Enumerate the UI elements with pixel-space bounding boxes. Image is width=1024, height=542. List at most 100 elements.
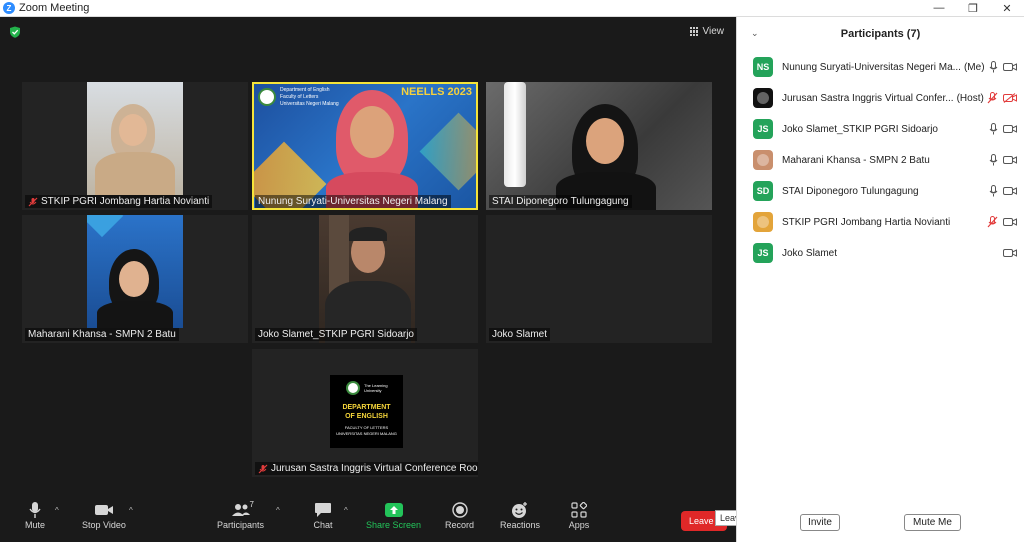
video-camera-icon: [1003, 156, 1017, 164]
title-bar: Z Zoom Meeting — ❐ ✕: [0, 0, 1024, 17]
share-screen-icon: [384, 503, 403, 517]
banner-dept-line1: Department of English: [280, 87, 330, 93]
video-options-caret[interactable]: ^: [129, 506, 133, 515]
participant-row[interactable]: JS Joko Slamet_STKIP PGRI Sidoarjo: [753, 119, 1017, 139]
logo-card-line4: UNIVERSITAS NEGERI MALANG: [336, 431, 397, 436]
close-button[interactable]: ✕: [990, 0, 1024, 17]
participant-video: Department of English Faculty of Letters…: [254, 84, 476, 208]
video-tile[interactable]: The Learning University DEPARTMENT OF EN…: [252, 349, 478, 477]
avatar: [753, 150, 773, 170]
logo-card-brand: The Learning University: [364, 383, 388, 393]
video-camera-icon: [1003, 187, 1017, 195]
avatar: [753, 212, 773, 232]
participant-name: STKIP PGRI Jombang Hartia Novianti: [782, 216, 951, 228]
chat-options-caret[interactable]: ^: [344, 506, 348, 515]
reactions-button[interactable]: Reactions: [500, 500, 540, 530]
mic-muted-icon: [258, 464, 268, 473]
microphone-icon: [989, 61, 998, 73]
avatar: [753, 88, 773, 108]
participant-status-icons: [989, 185, 1017, 197]
video-tile[interactable]: STKIP PGRI Jombang Hartia Novianti: [22, 82, 248, 210]
video-tile-active-speaker[interactable]: Department of English Faculty of Letters…: [252, 82, 478, 210]
participant-video: [87, 215, 183, 328]
logo-card-line2: OF ENGLISH: [345, 413, 388, 420]
participant-name: Nunung Suryati-Universitas Negeri Ma...: [782, 61, 961, 73]
participant-status-icons: [989, 154, 1017, 166]
participant-name: Jurusan Sastra Inggris Virtual Confer...: [782, 92, 954, 104]
participant-row[interactable]: STKIP PGRI Jombang Hartia Novianti: [753, 212, 1017, 232]
chat-bubble-icon: [315, 503, 331, 517]
mute-options-caret[interactable]: ^: [55, 506, 59, 515]
participant-name: STAI Diponegoro Tulungagung: [782, 185, 919, 197]
participant-video: [319, 215, 415, 343]
participant-status-icons: [987, 216, 1017, 228]
mic-muted-icon: [28, 197, 38, 206]
participant-name: Joko Slamet: [782, 247, 838, 259]
video-tile[interactable]: Joko Slamet: [486, 215, 712, 343]
participant-video: [486, 82, 712, 210]
zoom-logo-icon: Z: [3, 2, 15, 14]
video-off-icon: [1003, 93, 1017, 103]
meeting-area: View STKIP PGRI Jombang Hartia Novianti …: [0, 17, 736, 542]
participant-status-icons: [989, 61, 1017, 73]
participant-row[interactable]: Jurusan Sastra Inggris Virtual Confer...…: [753, 88, 1017, 108]
tile-name-label: Joko Slamet: [489, 328, 551, 341]
video-tile[interactable]: Joko Slamet_STKIP PGRI Sidoarjo: [252, 215, 478, 343]
mic-muted-icon: [987, 216, 998, 228]
collapse-chevron-icon[interactable]: ⌄: [751, 28, 759, 39]
record-button[interactable]: Record: [445, 500, 474, 530]
microphone-icon: [989, 154, 998, 166]
emoji-reaction-icon: [512, 502, 528, 518]
tile-name-label: STKIP PGRI Jombang Hartia Novianti: [25, 195, 213, 208]
participants-count-badge: 7: [249, 500, 254, 509]
maximize-button[interactable]: ❐: [956, 0, 990, 17]
share-screen-button[interactable]: Share Screen: [366, 500, 421, 530]
participant-status-icons: [989, 123, 1017, 135]
banner-dept-line3: Universitas Negeri Malang: [280, 101, 339, 107]
stop-video-button[interactable]: Stop Video: [82, 500, 126, 530]
panel-header: ⌄ Participants (7): [737, 17, 1024, 50]
window-controls: — ❐ ✕: [922, 0, 1024, 17]
avatar: SD: [753, 181, 773, 201]
participant-role: (Me): [963, 61, 985, 73]
video-camera-icon: [1003, 249, 1017, 257]
mute-button[interactable]: Mute: [24, 500, 46, 530]
tile-name-label: Maharani Khansa - SMPN 2 Batu: [25, 328, 179, 341]
minimize-button[interactable]: —: [922, 0, 956, 17]
participant-status-icons: [1003, 248, 1017, 258]
participants-panel: ⌄ Participants (7) NS Nunung Suryati-Univ…: [736, 17, 1024, 542]
apps-button[interactable]: Apps: [568, 500, 590, 530]
participant-row[interactable]: SD STAI Diponegoro Tulungagung: [753, 181, 1017, 201]
video-camera-icon: [1003, 63, 1017, 71]
video-tile[interactable]: STAI Diponegoro Tulungagung: [486, 82, 712, 210]
logo-card-line1: DEPARTMENT: [342, 404, 391, 411]
mic-muted-icon: [987, 92, 998, 104]
participant-name: Maharani Khansa - SMPN 2 Batu: [782, 154, 930, 166]
participants-button[interactable]: 7 Participants: [217, 500, 264, 530]
video-tile[interactable]: Maharani Khansa - SMPN 2 Batu: [22, 215, 248, 343]
tile-name-label: Joko Slamet_STKIP PGRI Sidoarjo: [255, 328, 417, 341]
meeting-controls-bar: Mute ^ Stop Video ^ 7 Participants ^ Cha…: [0, 494, 736, 542]
view-button[interactable]: View: [689, 26, 725, 37]
grid-view-icon: [689, 27, 699, 36]
invite-button[interactable]: Invite: [800, 514, 840, 531]
video-camera-icon: [1003, 218, 1017, 226]
shield-icon[interactable]: [9, 26, 21, 38]
participant-status-icons: [987, 92, 1017, 104]
participant-row[interactable]: JS Joko Slamet: [753, 243, 1017, 263]
department-logo-card: The Learning University DEPARTMENT OF EN…: [330, 375, 403, 448]
participants-icon: [231, 504, 250, 516]
banner-event-title: NEELLS 2023: [401, 86, 472, 98]
mute-me-button[interactable]: Mute Me: [904, 514, 961, 531]
microphone-icon: [29, 502, 41, 518]
participant-row[interactable]: Maharani Khansa - SMPN 2 Batu: [753, 150, 1017, 170]
apps-icon: [571, 502, 587, 518]
window-title: Zoom Meeting: [19, 2, 90, 14]
microphone-icon: [989, 123, 998, 135]
participants-options-caret[interactable]: ^: [276, 506, 280, 515]
university-logo-icon: [258, 88, 276, 106]
participant-row[interactable]: NS Nunung Suryati-Universitas Negeri Ma..…: [753, 57, 1017, 77]
view-label: View: [702, 26, 725, 37]
chat-button[interactable]: Chat: [312, 500, 334, 530]
tile-name-label: Jurusan Sastra Inggris Virtual Conferenc…: [255, 462, 478, 475]
